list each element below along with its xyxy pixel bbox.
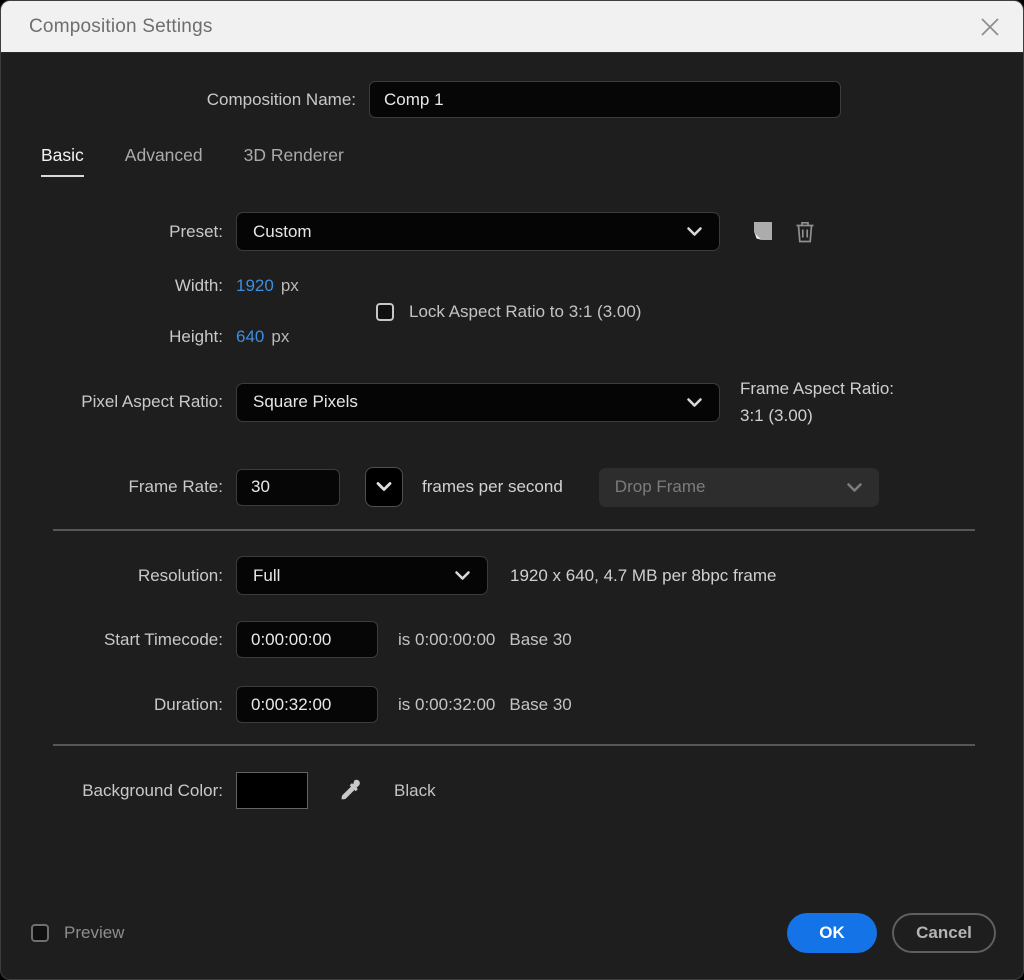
frame-rate-label: Frame Rate: bbox=[1, 477, 223, 497]
trash-icon bbox=[794, 220, 816, 244]
background-color-swatch[interactable] bbox=[236, 772, 308, 809]
pixel-aspect-ratio-dropdown[interactable]: Square Pixels bbox=[236, 383, 720, 422]
duration-input[interactable] bbox=[236, 686, 378, 723]
lock-aspect-label: Lock Aspect Ratio to 3:1 (3.00) bbox=[409, 302, 641, 322]
composition-name-label: Composition Name: bbox=[1, 90, 356, 110]
titlebar[interactable]: Composition Settings bbox=[1, 1, 1023, 53]
chevron-down-icon bbox=[846, 482, 863, 493]
width-label: Width: bbox=[1, 276, 223, 296]
close-icon bbox=[978, 15, 1002, 39]
preset-row: Preset: Custom bbox=[1, 212, 1023, 251]
pixel-aspect-ratio-value: Square Pixels bbox=[253, 392, 358, 412]
preset-dropdown[interactable]: Custom bbox=[236, 212, 720, 251]
tab-basic[interactable]: Basic bbox=[41, 145, 84, 177]
dialog-title: Composition Settings bbox=[29, 16, 213, 38]
tab-bar: Basic Advanced 3D Renderer bbox=[41, 145, 1023, 177]
drop-frame-value: Drop Frame bbox=[615, 477, 706, 497]
frame-rate-unit: frames per second bbox=[422, 477, 563, 497]
footer: Preview OK Cancel bbox=[31, 913, 996, 953]
dimensions-section: Width: 1920 px Height: 640 px Lock Aspec… bbox=[1, 276, 1023, 347]
delete-preset-button[interactable] bbox=[794, 220, 816, 244]
lock-aspect-checkbox[interactable] bbox=[376, 303, 394, 321]
drop-frame-dropdown: Drop Frame bbox=[599, 468, 879, 507]
eyedropper-button[interactable] bbox=[337, 777, 364, 804]
height-unit: px bbox=[271, 327, 289, 347]
save-preset-button[interactable] bbox=[751, 220, 774, 243]
divider bbox=[53, 529, 975, 531]
width-value[interactable]: 1920 bbox=[236, 276, 274, 296]
eyedropper-icon bbox=[337, 777, 364, 804]
height-value[interactable]: 640 bbox=[236, 327, 264, 347]
resolution-label: Resolution: bbox=[1, 566, 223, 586]
chevron-down-icon bbox=[376, 482, 392, 492]
resolution-info: 1920 x 640, 4.7 MB per 8bpc frame bbox=[510, 566, 777, 586]
resolution-value: Full bbox=[253, 566, 280, 586]
lock-aspect-row: Lock Aspect Ratio to 3:1 (3.00) bbox=[376, 302, 641, 322]
frame-aspect-ratio-value: 3:1 (3.00) bbox=[740, 402, 894, 429]
cancel-button[interactable]: Cancel bbox=[892, 913, 996, 953]
frame-rate-row: Frame Rate: frames per second Drop Frame bbox=[1, 467, 1023, 507]
preset-label: Preset: bbox=[1, 222, 223, 242]
preview-label: Preview bbox=[64, 923, 124, 943]
duration-is-text: is 0:00:32:00 bbox=[398, 695, 495, 715]
chevron-down-icon bbox=[454, 570, 471, 581]
duration-row: Duration: is 0:00:32:00 Base 30 bbox=[1, 686, 1023, 723]
preset-value: Custom bbox=[253, 222, 312, 242]
start-timecode-label: Start Timecode: bbox=[1, 630, 223, 650]
background-color-label: Background Color: bbox=[1, 781, 223, 801]
composition-name-input[interactable] bbox=[369, 81, 841, 118]
frame-rate-input[interactable] bbox=[236, 469, 340, 506]
duration-base-text: Base 30 bbox=[509, 695, 571, 715]
resolution-dropdown[interactable]: Full bbox=[236, 556, 488, 595]
divider bbox=[53, 744, 975, 746]
composition-settings-dialog: Composition Settings Composition Name: B… bbox=[0, 0, 1024, 980]
tab-advanced[interactable]: Advanced bbox=[125, 145, 203, 177]
start-timecode-input[interactable] bbox=[236, 621, 378, 658]
frame-aspect-ratio-label: Frame Aspect Ratio: bbox=[740, 375, 894, 402]
save-preset-icon bbox=[751, 220, 774, 243]
resolution-row: Resolution: Full 1920 x 640, 4.7 MB per … bbox=[1, 556, 1023, 595]
chevron-down-icon bbox=[686, 226, 703, 237]
width-row: Width: 1920 px bbox=[1, 276, 341, 296]
start-timecode-is-text: is 0:00:00:00 bbox=[398, 630, 495, 650]
pixel-aspect-ratio-label: Pixel Aspect Ratio: bbox=[1, 392, 223, 412]
frame-rate-dropdown-button[interactable] bbox=[365, 467, 403, 507]
composition-name-row: Composition Name: bbox=[1, 81, 1023, 118]
frame-aspect-ratio-info: Frame Aspect Ratio: 3:1 (3.00) bbox=[740, 375, 894, 429]
background-color-row: Background Color: Black bbox=[1, 772, 1023, 809]
pixel-aspect-ratio-row: Pixel Aspect Ratio: Square Pixels Frame … bbox=[1, 375, 1023, 429]
height-row: Height: 640 px bbox=[1, 327, 341, 347]
duration-label: Duration: bbox=[1, 695, 223, 715]
ok-button[interactable]: OK bbox=[787, 913, 877, 953]
chevron-down-icon bbox=[686, 397, 703, 408]
preview-checkbox[interactable] bbox=[31, 924, 49, 942]
start-timecode-row: Start Timecode: is 0:00:00:00 Base 30 bbox=[1, 621, 1023, 658]
tab-3d-renderer[interactable]: 3D Renderer bbox=[244, 145, 344, 177]
close-button[interactable] bbox=[975, 12, 1005, 42]
start-timecode-base-text: Base 30 bbox=[509, 630, 571, 650]
height-label: Height: bbox=[1, 327, 223, 347]
width-unit: px bbox=[281, 276, 299, 296]
background-color-name: Black bbox=[394, 781, 436, 801]
